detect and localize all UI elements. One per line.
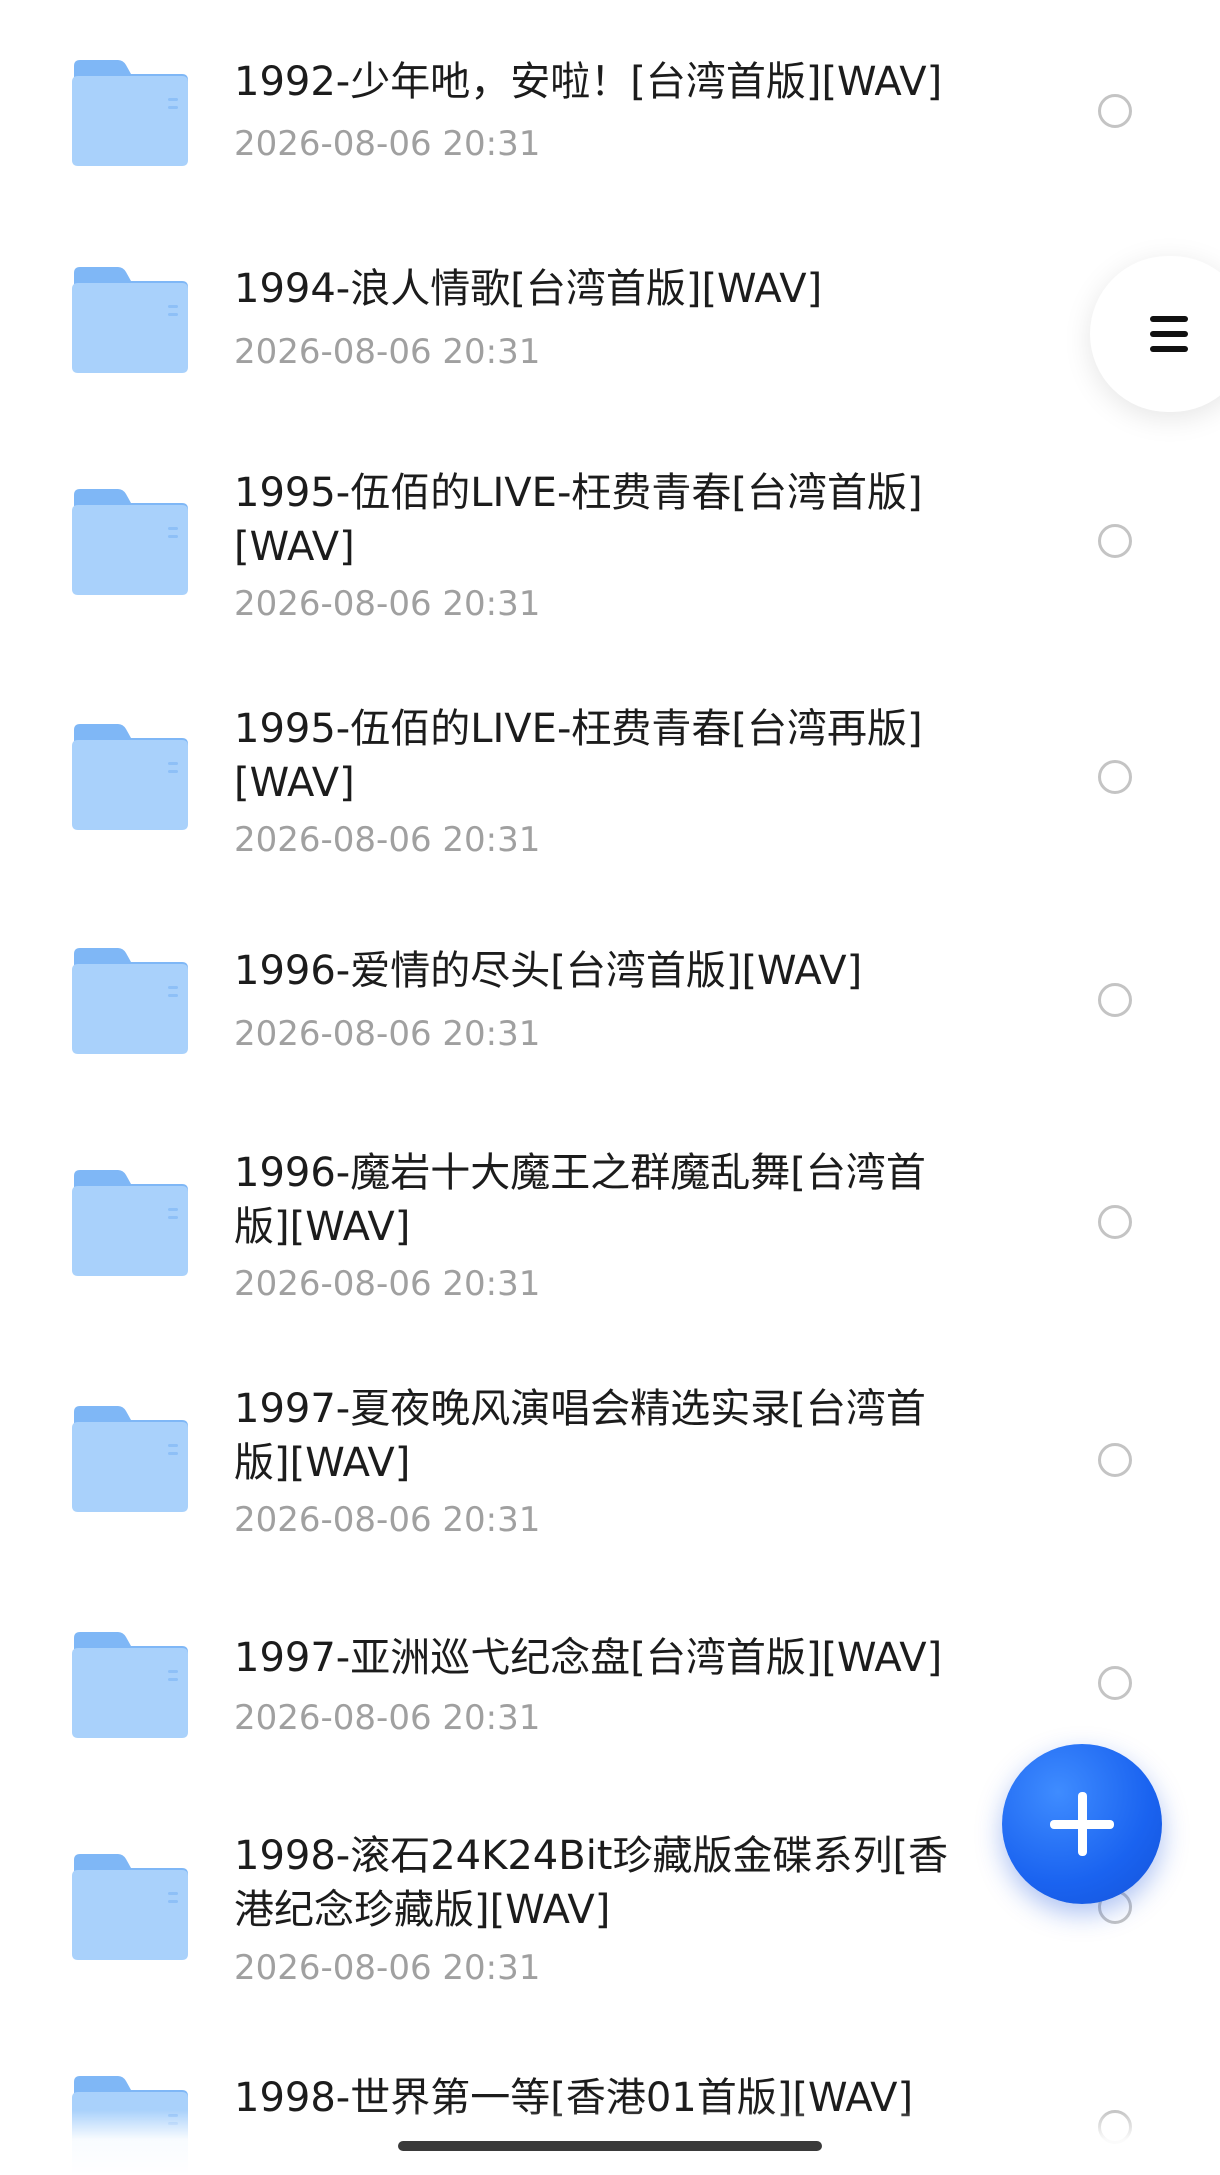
folder-name[interactable]: 1996-爱情的尽头[台湾首版][WAV] xyxy=(234,944,974,998)
folder-icon xyxy=(70,1168,190,1278)
folder-name[interactable]: 1995-伍佰的LIVE-枉费青春[台湾再版][WAV] xyxy=(234,702,974,810)
folder-date: 2026-08-06 20:31 xyxy=(234,584,541,624)
select-radio[interactable] xyxy=(1098,94,1132,128)
folder-date: 2026-08-06 20:31 xyxy=(234,1500,541,1540)
select-radio[interactable] xyxy=(1098,1666,1132,1700)
select-radio[interactable] xyxy=(1098,1205,1132,1239)
folder-date: 2026-08-06 20:31 xyxy=(234,1698,541,1738)
folder-icon xyxy=(70,58,190,168)
select-radio[interactable] xyxy=(1098,760,1132,794)
add-button[interactable] xyxy=(1002,1744,1162,1904)
folder-date: 2026-08-06 20:31 xyxy=(234,124,541,164)
folder-date: 2026-08-06 20:31 xyxy=(234,1014,541,1054)
select-radio[interactable] xyxy=(1098,524,1132,558)
menu-icon xyxy=(1150,316,1188,352)
folder-name[interactable]: 1994-浪人情歌[台湾首版][WAV] xyxy=(234,262,974,316)
folder-icon xyxy=(70,487,190,597)
folder-name[interactable]: 1997-亚洲巡弋纪念盘[台湾首版][WAV] xyxy=(234,1631,974,1685)
folder-date: 2026-08-06 20:31 xyxy=(234,820,541,860)
file-list-screen: 1992-少年吔，安啦！[台湾首版][WAV] 2026-08-06 20:31 … xyxy=(0,0,1220,2175)
folder-icon xyxy=(70,1630,190,1740)
folder-date: 2026-08-06 20:31 xyxy=(234,1264,541,1304)
folder-name[interactable]: 1998-滚石24K24Bit珍藏版金碟系列[香港纪念珍藏版][WAV] xyxy=(234,1829,974,1937)
select-radio[interactable] xyxy=(1098,1443,1132,1477)
folder-icon xyxy=(70,722,190,832)
folder-date: 2026-08-06 20:31 xyxy=(234,332,541,372)
folder-icon xyxy=(70,1852,190,1962)
side-menu-button[interactable] xyxy=(1090,256,1220,412)
folder-name[interactable]: 1997-夏夜晚风演唱会精选实录[台湾首版][WAV] xyxy=(234,1382,974,1490)
folder-icon xyxy=(70,1404,190,1514)
folder-icon xyxy=(70,946,190,1056)
home-indicator[interactable] xyxy=(398,2141,822,2151)
folder-name[interactable]: 1996-魔岩十大魔王之群魔乱舞[台湾首版][WAV] xyxy=(234,1146,974,1254)
folder-name[interactable]: 1995-伍佰的LIVE-枉费青春[台湾首版][WAV] xyxy=(234,466,974,574)
folder-name[interactable]: 1992-少年吔，安啦！[台湾首版][WAV] xyxy=(234,55,974,109)
folder-date: 2026-08-06 20:31 xyxy=(234,1948,541,1988)
folder-icon xyxy=(70,265,190,375)
select-radio[interactable] xyxy=(1098,983,1132,1017)
